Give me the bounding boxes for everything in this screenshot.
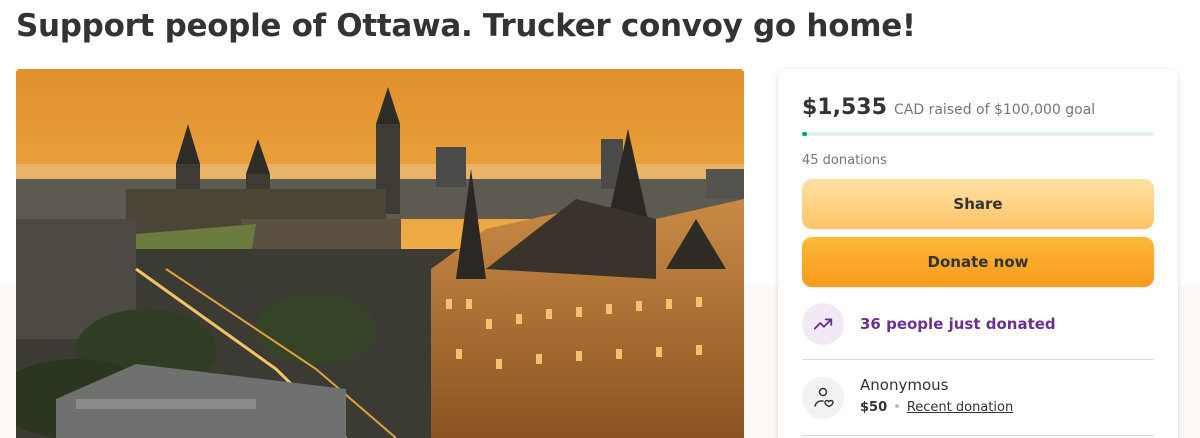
trending-text: 36 people just donated [860, 315, 1056, 333]
raised-summary: $1,535 CAD raised of $100,000 goal [802, 95, 1095, 120]
goal-text: CAD raised of $100,000 goal [894, 102, 1096, 118]
progress-bar [802, 132, 1154, 136]
donate-now-button[interactable]: Donate now [802, 237, 1154, 287]
hand-heart-icon [802, 377, 844, 419]
campaign-hero-image[interactable] [16, 69, 744, 438]
donations-count: 45 donations [802, 153, 887, 168]
trending-donations: 36 people just donated [802, 303, 1056, 345]
donation-amount: $50 [860, 400, 888, 415]
divider [802, 435, 1154, 436]
recent-donation-link[interactable]: Recent donation [907, 400, 1013, 415]
recent-donation-item: Anonymous $50 • Recent donation [802, 375, 1013, 419]
trending-up-icon [802, 303, 844, 345]
progress-bar-fill [802, 132, 808, 136]
page-title: Support people of Ottawa. Trucker convoy… [16, 8, 916, 44]
share-button[interactable]: Share [802, 179, 1154, 229]
donation-card: $1,535 CAD raised of $100,000 goal 45 do… [778, 69, 1178, 438]
donor-name: Anonymous [860, 376, 949, 394]
amount-raised: $1,535 [802, 95, 887, 120]
separator-dot: • [893, 400, 901, 415]
divider [802, 359, 1154, 360]
